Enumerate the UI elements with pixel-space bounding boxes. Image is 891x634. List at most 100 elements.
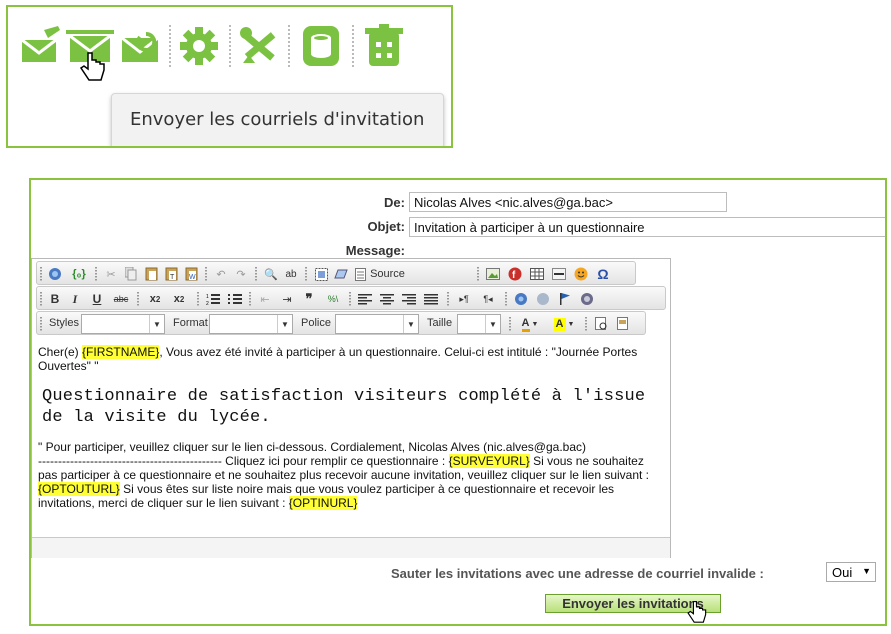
divider [344,147,374,148]
redo-icon[interactable]: ↷ [233,265,249,283]
toolbar-grip [137,292,139,306]
size-label: Taille [427,317,453,329]
toolbar-grip [305,267,307,281]
editor-toolbar-row-3: Styles ▼ Format ▼ Police ▼ Taille ▼ A ▼ A… [36,311,646,335]
indent-icon[interactable]: ⇥ [279,290,295,308]
chevron-down-icon: ▼ [485,315,500,333]
skip-invalid-label: Sauter les invitations avec une adresse … [391,566,764,581]
chevron-down-icon: ▼ [403,315,418,333]
message-label: Message: [345,243,405,258]
anchor-flag-icon[interactable] [557,290,573,308]
optinurl-tag: {OPTINURL} [288,496,358,510]
flash-icon[interactable]: f [507,265,523,283]
font-label: Police [301,317,331,329]
chevron-down-icon: ▼ [277,315,292,333]
styles-select[interactable]: ▼ [81,314,165,334]
table-icon[interactable] [529,265,545,283]
align-center-icon[interactable] [379,290,395,308]
templates-icon[interactable] [615,315,631,333]
toolbar-grip [509,317,511,331]
unlink-icon[interactable] [535,290,551,308]
image-icon[interactable] [485,265,501,283]
instructions-survey-link-text: ----------------------------------------… [38,454,449,468]
subject-label: Objet: [367,219,405,234]
toolbar-grip [95,267,97,281]
toolbar-grip [505,292,507,306]
superscript-icon[interactable]: x2 [169,290,189,308]
tooltip: Envoyer les courriels d'invitation [111,93,444,146]
toolbar-grip [40,292,42,306]
select-all-icon[interactable] [313,265,329,283]
format-select[interactable]: ▼ [209,314,293,334]
tooltip-text: Envoyer les courriels d'invitation [130,109,425,130]
smiley-icon[interactable] [573,265,589,283]
rtl-icon[interactable]: ¶◂ [479,290,497,308]
div-container-icon[interactable]: %\ [323,290,343,308]
survey-toolbar-crop: Envoyer les courriels d'invitation [6,5,453,148]
link-icon[interactable] [513,290,529,308]
globe-icon[interactable] [47,265,63,283]
source-button[interactable]: Source [355,265,405,283]
toolbar-separator [229,25,231,69]
undo-icon[interactable]: ↶ [213,265,229,283]
chevron-down-icon: ▼ [862,566,871,576]
chevron-down-icon: ▼ [149,315,164,333]
ltr-icon[interactable]: ▸¶ [455,290,473,308]
refresh-mail-icon[interactable] [118,23,164,69]
greeting-paragraph: Cher(e) {FIRSTNAME}, Vous avez été invit… [38,345,660,373]
styles-label: Styles [49,317,79,329]
strike-icon[interactable]: abc [111,290,131,308]
text-color-icon[interactable]: A ▼ [517,315,543,333]
background-color-icon[interactable]: A ▼ [551,315,577,333]
tools-icon[interactable] [236,23,282,69]
toolbar-grip [197,292,199,306]
survey-title-heading: Questionnaire de satisfaction visiteurs … [42,387,646,427]
align-justify-icon[interactable] [423,290,439,308]
toolbar-grip [40,317,42,331]
from-field[interactable]: Nicolas Alves <nic.alves@ga.bac> [409,192,727,212]
firstname-tag: {FIRSTNAME} [82,345,160,359]
skip-invalid-select[interactable]: Oui ▼ [826,562,876,582]
svg-text:2: 2 [206,301,209,305]
cut-icon[interactable]: ✂ [103,265,119,283]
bold-icon[interactable]: B [47,290,63,308]
toolbar-grip [349,292,351,306]
find-icon[interactable]: 🔍 [263,265,279,283]
paste-text-icon[interactable]: T [163,265,179,283]
font-select[interactable]: ▼ [335,314,419,334]
hand-cursor-icon [79,51,108,90]
editor-content[interactable]: Cher(e) {FIRSTNAME}, Vous avez été invit… [38,345,660,510]
trash-icon[interactable] [362,23,406,69]
size-select[interactable]: ▼ [457,314,501,334]
subject-field[interactable]: Invitation à participer à un questionnai… [409,217,885,237]
surveyurl-tag: {SURVEYURL} [448,454,530,468]
copy-icon[interactable] [123,265,139,283]
instructions-intro: " Pour participer, veuillez cliquer sur … [38,440,587,454]
align-left-icon[interactable] [357,290,373,308]
outdent-icon[interactable]: ⇤ [257,290,273,308]
replace-icon[interactable]: ab [283,265,299,283]
gear-icon[interactable] [176,23,222,69]
preview-icon[interactable] [593,315,609,333]
edit-mail-icon[interactable] [20,23,62,69]
insert-field-icon[interactable]: {₀} [69,265,89,283]
database-icon[interactable] [298,23,344,69]
numbered-list-icon[interactable]: 12 [205,290,221,308]
paste-word-icon[interactable]: W [183,265,199,283]
align-right-icon[interactable] [401,290,417,308]
toolbar-grip [205,267,207,281]
bullet-list-icon[interactable] [227,290,243,308]
subscript-icon[interactable]: x2 [145,290,165,308]
record-icon[interactable] [579,290,595,308]
horizontal-rule-icon[interactable] [551,265,567,283]
paste-icon[interactable] [143,265,159,283]
toolbar-separator [352,25,354,69]
skip-invalid-value: Oui [832,565,853,580]
blockquote-icon[interactable]: ❞ [301,290,317,308]
eraser-icon[interactable] [333,265,349,283]
editor-status-bar [32,537,670,558]
underline-icon[interactable]: U [89,290,105,308]
toolbar-separator [169,25,171,69]
special-char-icon[interactable]: Ω [595,265,611,283]
italic-icon[interactable]: I [67,290,83,308]
